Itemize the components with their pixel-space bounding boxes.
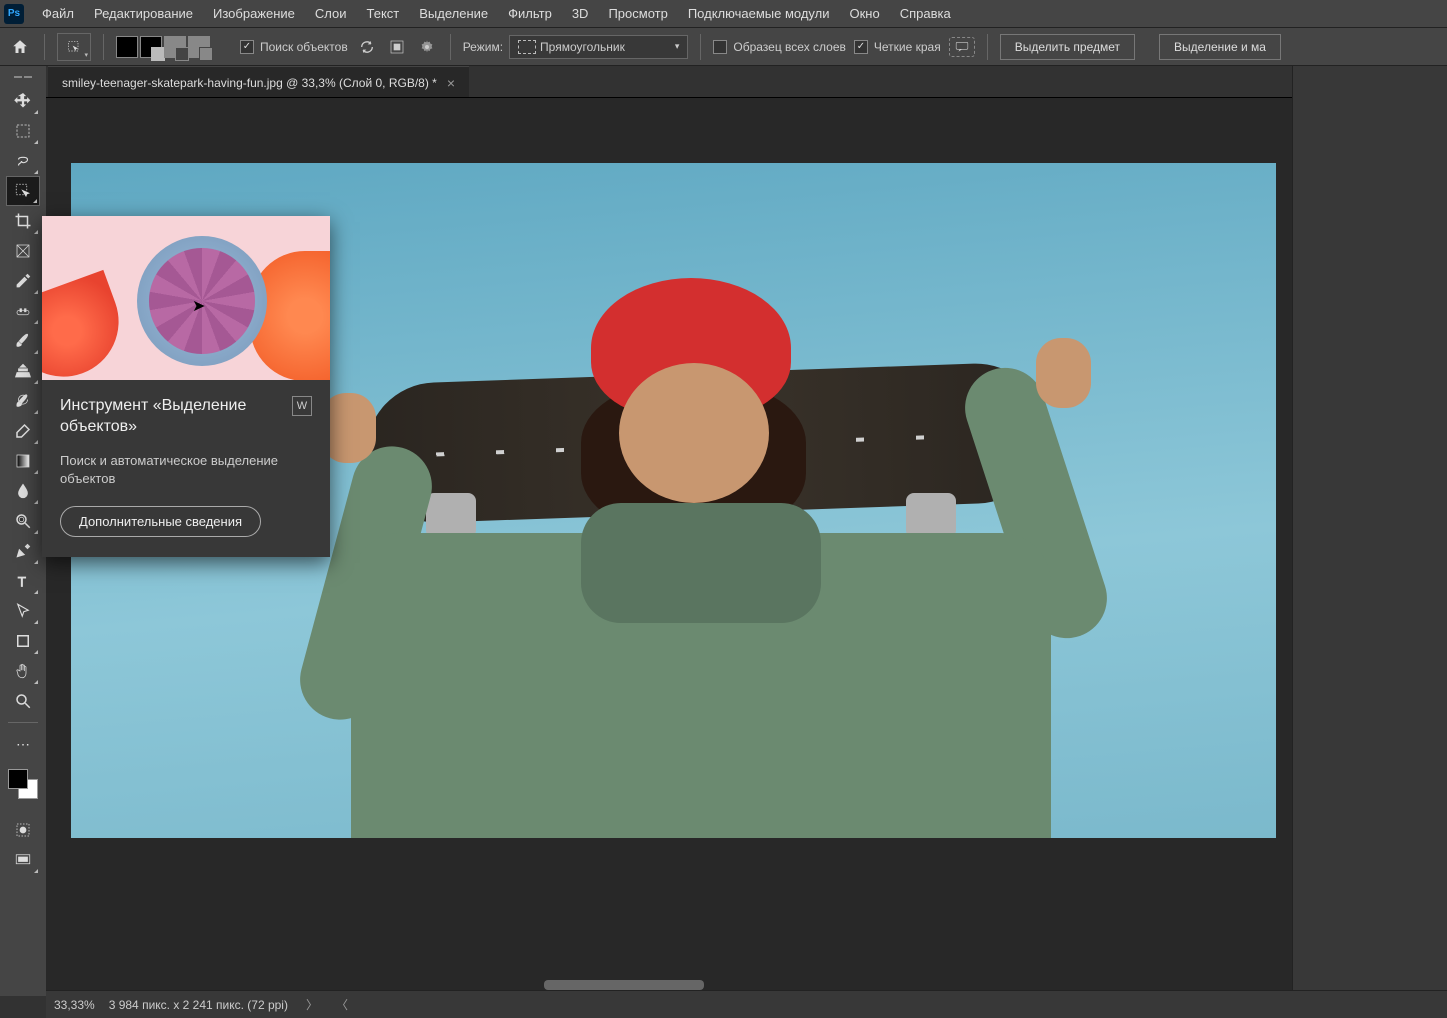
separator (8, 722, 38, 723)
close-icon[interactable]: × (447, 75, 455, 91)
feedback-icon[interactable] (949, 37, 975, 57)
selection-mode-group (116, 36, 210, 58)
healing-brush-tool[interactable] (6, 296, 40, 326)
separator (987, 34, 988, 60)
mode-select[interactable]: Прямоугольник ▾ (509, 35, 688, 59)
separator (700, 34, 701, 60)
separator (44, 34, 45, 60)
hand-tool[interactable] (6, 656, 40, 686)
select-subject-button[interactable]: Выделить предмет (1000, 34, 1135, 60)
chevron-down-icon: ▾ (675, 41, 680, 52)
checkbox-icon (240, 40, 254, 54)
subtract-selection-icon[interactable] (164, 36, 186, 58)
new-selection-icon[interactable] (116, 36, 138, 58)
options-bar: ▾ Поиск объектов Режим: Прямоугольник ▾ … (0, 28, 1447, 66)
menu-3d[interactable]: 3D (562, 2, 599, 25)
svg-text:T: T (18, 574, 26, 589)
tool-preset[interactable]: ▾ (57, 33, 91, 61)
foreground-color[interactable] (8, 769, 28, 789)
object-selection-tool[interactable] (6, 176, 40, 206)
zoom-tool[interactable] (6, 686, 40, 716)
zoom-level[interactable]: 33,33% (54, 998, 95, 1012)
menu-filter[interactable]: Фильтр (498, 2, 562, 25)
crop-tool[interactable] (6, 206, 40, 236)
document-tab[interactable]: smiley-teenager-skatepark-having-fun.jpg… (48, 66, 469, 97)
checkbox-icon (854, 40, 868, 54)
overlay-icon[interactable] (386, 36, 408, 58)
menu-file[interactable]: Файл (32, 2, 84, 25)
gradient-tool[interactable] (6, 446, 40, 476)
history-brush-tool[interactable] (6, 386, 40, 416)
eraser-tool[interactable] (6, 416, 40, 446)
menu-text[interactable]: Текст (357, 2, 410, 25)
dodge-tool[interactable] (6, 506, 40, 536)
edit-toolbar[interactable]: ⋯ (6, 729, 40, 759)
path-selection-tool[interactable] (6, 596, 40, 626)
blur-tool[interactable] (6, 476, 40, 506)
status-bar: 33,33% 3 984 пикс. x 2 241 пикс. (72 ppi… (46, 990, 1447, 1018)
mode-value: Прямоугольник (540, 40, 625, 54)
clone-stamp-tool[interactable] (6, 356, 40, 386)
more-info-button[interactable]: Дополнительные сведения (60, 506, 261, 537)
settings-icon[interactable] (416, 36, 438, 58)
ps-logo: Ps (4, 4, 24, 24)
sample-all-layers-checkbox[interactable]: Образец всех слоев (713, 40, 846, 54)
mode-group: Режим: Прямоугольник ▾ (463, 35, 689, 59)
chevron-right-icon[interactable]: 〉 (306, 996, 318, 1013)
menu-plugins[interactable]: Подключаемые модули (678, 2, 840, 25)
document-tab-title: smiley-teenager-skatepark-having-fun.jpg… (62, 76, 437, 90)
tooltip-preview-image: ➤ (42, 216, 330, 380)
intersect-selection-icon[interactable] (188, 36, 210, 58)
search-objects-checkbox[interactable]: Поиск объектов (240, 40, 348, 54)
chevron-left-icon[interactable]: 〈 (336, 996, 348, 1013)
text-tool[interactable]: T (6, 566, 40, 596)
color-swatches[interactable] (6, 767, 40, 801)
menu-edit[interactable]: Редактирование (84, 2, 203, 25)
menu-image[interactable]: Изображение (203, 2, 305, 25)
cursor-icon: ➤ (192, 296, 205, 316)
checkbox-icon (713, 40, 727, 54)
right-panel-collapsed[interactable] (1292, 66, 1447, 996)
search-objects-label: Поиск объектов (260, 40, 348, 54)
menu-bar: Ps Файл Редактирование Изображение Слои … (0, 0, 1447, 28)
hard-edges-label: Четкие края (874, 40, 941, 54)
menu-layers[interactable]: Слои (305, 2, 357, 25)
menu-window[interactable]: Окно (839, 2, 889, 25)
document-tab-bar: ≫ smiley-teenager-skatepark-having-fun.j… (0, 66, 1447, 98)
marquee-tool[interactable] (6, 116, 40, 146)
move-tool[interactable] (6, 86, 40, 116)
tools-panel: T ⋯ (0, 66, 46, 996)
scrollbar-thumb[interactable] (544, 980, 704, 990)
tooltip-description: Поиск и автоматическое выделение объекто… (60, 452, 312, 488)
add-selection-icon[interactable] (140, 36, 162, 58)
refresh-icon[interactable] (356, 36, 378, 58)
document-dimensions[interactable]: 3 984 пикс. x 2 241 пикс. (72 ppi) (109, 998, 288, 1012)
green-hoodie (351, 533, 1051, 838)
tool-tooltip: ➤ Инструмент «Выделение объектов» W Поис… (42, 216, 330, 557)
mode-label: Режим: (463, 40, 503, 54)
menu-view[interactable]: Просмотр (598, 2, 677, 25)
separator (103, 34, 104, 60)
home-icon[interactable] (8, 35, 32, 59)
rect-icon (518, 40, 536, 54)
quick-mask-tool[interactable] (6, 815, 40, 845)
frame-tool[interactable] (6, 236, 40, 266)
screen-mode-tool[interactable] (6, 845, 40, 875)
brush-tool[interactable] (6, 326, 40, 356)
tooltip-shortcut: W (292, 396, 312, 416)
shape-tool[interactable] (6, 626, 40, 656)
menu-help[interactable]: Справка (890, 2, 961, 25)
pen-tool[interactable] (6, 536, 40, 566)
hard-edges-checkbox[interactable]: Четкие края (854, 40, 941, 54)
menu-select[interactable]: Выделение (409, 2, 498, 25)
panel-grip[interactable] (8, 76, 38, 82)
tooltip-title: Инструмент «Выделение объектов» (60, 396, 284, 438)
separator (450, 34, 451, 60)
sample-all-layers-label: Образец всех слоев (733, 40, 846, 54)
lasso-tool[interactable] (6, 146, 40, 176)
eyedropper-tool[interactable] (6, 266, 40, 296)
select-and-mask-button[interactable]: Выделение и ма (1159, 34, 1281, 60)
